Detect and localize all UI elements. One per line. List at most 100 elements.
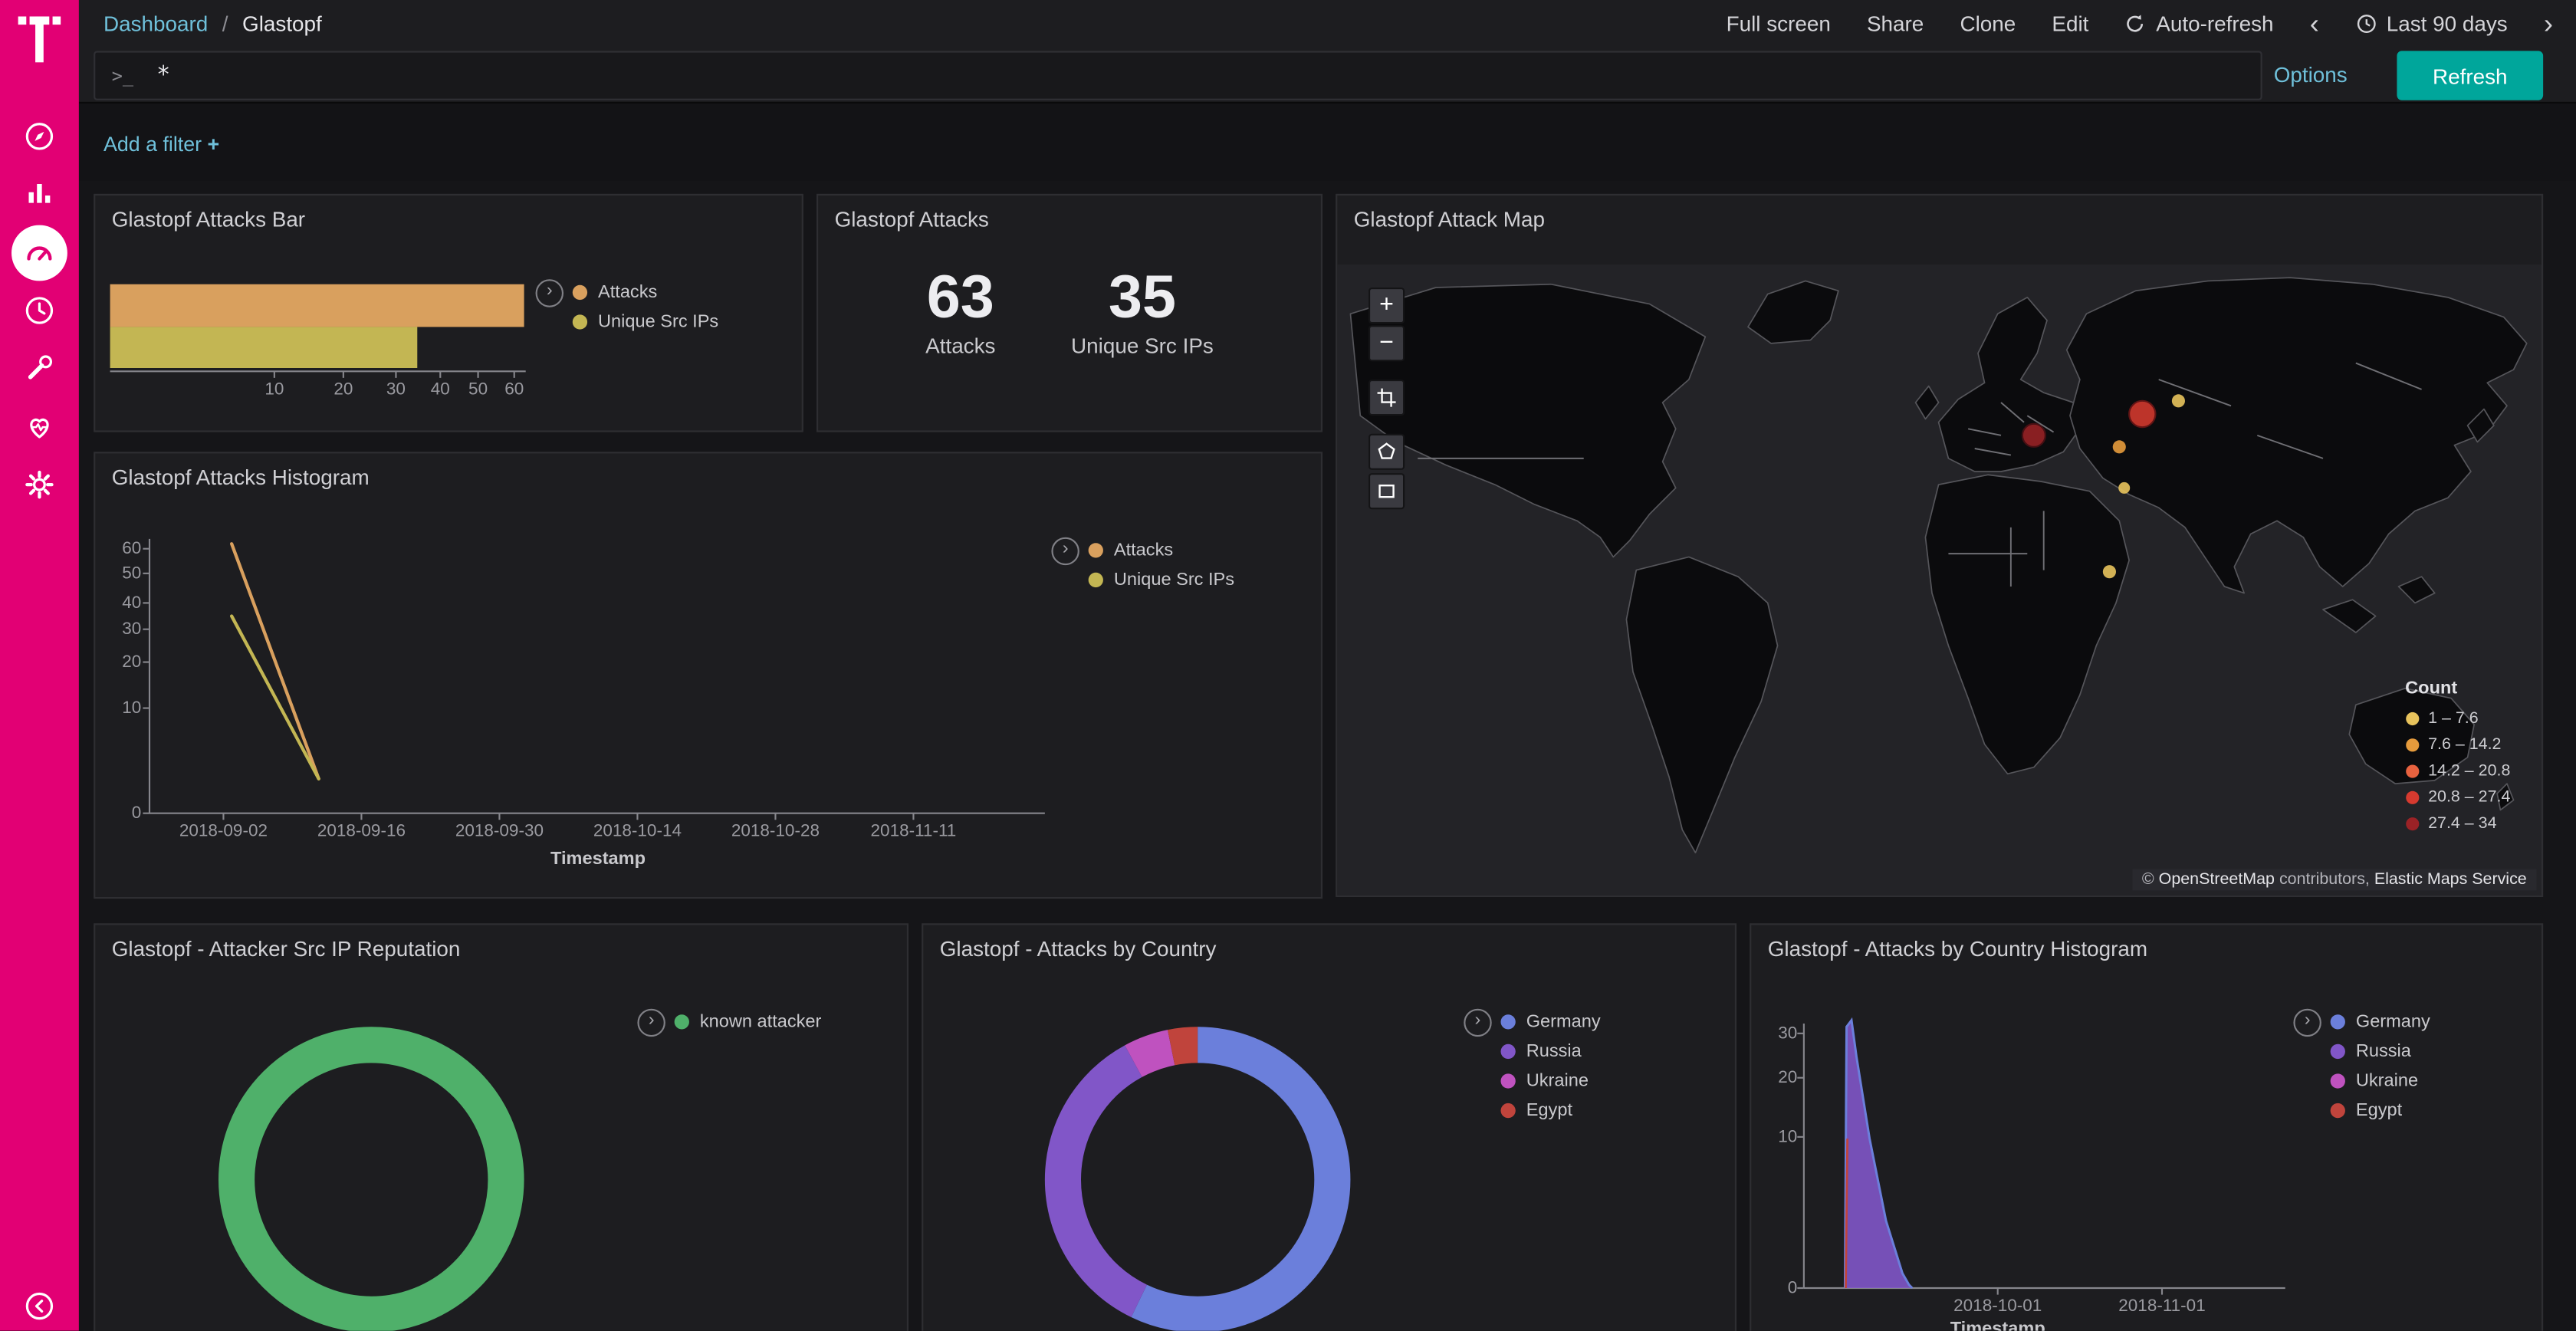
x-tick: 60 <box>490 380 539 399</box>
sidebar-item-dev-tools[interactable] <box>12 340 67 396</box>
legend-item-egypt[interactable]: Egypt <box>1500 1096 1600 1126</box>
time-range-forward-button[interactable]: › <box>2544 9 2553 37</box>
panel-attacks-by-country: Glastopf - Attacks by Country › Germany … <box>922 923 1737 1330</box>
auto-refresh-button[interactable]: Auto-refresh <box>2125 11 2274 35</box>
line-attacks <box>232 544 319 778</box>
legend-toggle-button[interactable]: › <box>1051 537 1079 565</box>
sidebar-item-management[interactable] <box>12 457 67 513</box>
add-filter-button[interactable]: Add a filter + <box>104 133 219 156</box>
legend-item-ukraine[interactable]: Ukraine <box>2330 1066 2430 1096</box>
map-dot <box>2022 424 2045 447</box>
map-draw-rectangle-button[interactable] <box>1368 473 1405 509</box>
bar-attacks[interactable] <box>110 284 524 327</box>
openstreetmap-link[interactable]: OpenStreetMap <box>2159 871 2275 889</box>
bar-unique-src-ips[interactable] <box>110 327 418 368</box>
breadcrumb-separator: / <box>222 12 228 36</box>
map-zoom-out-button[interactable]: − <box>1368 325 1405 361</box>
x-tick: 2018-09-16 <box>304 821 419 841</box>
share-button[interactable]: Share <box>1867 11 1924 35</box>
refresh-button[interactable]: Refresh <box>2397 51 2543 100</box>
x-tick: 30 <box>371 380 420 399</box>
x-axis-title: Timestamp <box>532 850 663 869</box>
donut-chart <box>95 925 907 1330</box>
edit-button[interactable]: Edit <box>2052 11 2088 35</box>
legend-title: Count <box>2405 679 2510 698</box>
y-tick: 0 <box>99 804 142 823</box>
legend-toggle-button[interactable]: › <box>536 279 564 307</box>
x-tick: 2018-10-28 <box>718 821 833 841</box>
sidebar-item-dashboard-active[interactable] <box>12 225 67 281</box>
x-tick: 2018-09-02 <box>166 821 281 841</box>
x-tick: 2018-11-11 <box>856 821 971 841</box>
legend-dot-icon <box>1088 572 1104 588</box>
map-dot <box>2103 565 2116 578</box>
time-range-picker[interactable]: Last 90 days <box>2355 11 2508 35</box>
legend-row: 20.8 – 27.4 <box>2405 784 2510 810</box>
collapse-circle-icon <box>23 1290 56 1323</box>
metric-unique-src-ips: 35 Unique Src IPs <box>1071 265 1214 357</box>
legend-item-germany[interactable]: Germany <box>1500 1007 1600 1037</box>
chart-legend: › known attacker <box>637 1007 821 1037</box>
compass-icon <box>23 120 56 153</box>
kibana-dashboard-app: Dashboard / Glastopf Full screen Share C… <box>0 0 2576 1331</box>
sidebar-item-timelion[interactable] <box>12 283 67 339</box>
world-map[interactable]: + − Count 1 – 7.6 7.6 – 14.2 <box>1337 265 2542 896</box>
legend-item-russia[interactable]: Russia <box>2330 1037 2430 1066</box>
map-zoom-in-button[interactable]: + <box>1368 288 1405 324</box>
legend-dot-icon <box>2405 816 2420 830</box>
map-count-legend: Count 1 – 7.6 7.6 – 14.2 14.2 – 20.8 20.… <box>2405 679 2510 836</box>
y-tick: 20 <box>1758 1068 1797 1088</box>
map-crop-tool-button[interactable] <box>1368 380 1405 416</box>
legend-item-known-attacker[interactable]: known attacker <box>674 1007 822 1037</box>
metric-value: 63 <box>925 265 995 331</box>
legend-dot-icon <box>1088 542 1104 558</box>
legend-item-germany[interactable]: Germany <box>2330 1007 2430 1037</box>
legend-toggle-button[interactable]: › <box>637 1009 665 1037</box>
legend-dot-icon <box>1500 1043 1516 1060</box>
map-dot <box>2118 482 2130 494</box>
chart-legend: › Attacks Unique Src IPs <box>536 278 719 337</box>
map-dot <box>2172 394 2185 407</box>
time-range-back-button[interactable]: ‹ <box>2310 9 2319 37</box>
area-chart <box>1751 925 2542 1330</box>
query-prompt-icon: >_ <box>112 65 133 87</box>
chart-legend: › Germany Russia Ukraine Egypt <box>2293 1007 2430 1126</box>
y-tick: 50 <box>99 564 142 583</box>
area-russia <box>1845 1020 1912 1288</box>
query-options-button[interactable]: Options <box>2274 62 2348 87</box>
rectangle-icon <box>1375 480 1398 503</box>
legend-dot-icon <box>2330 1073 2346 1089</box>
sidebar-item-visualize[interactable] <box>12 164 67 220</box>
clock-icon <box>2355 12 2377 34</box>
query-input[interactable]: >_ * <box>94 51 2262 100</box>
full-screen-button[interactable]: Full screen <box>1727 11 1831 35</box>
x-tick: 20 <box>319 380 368 399</box>
wrench-icon <box>23 352 56 385</box>
map-draw-polygon-button[interactable] <box>1368 434 1405 470</box>
sidebar-item-monitoring[interactable] <box>12 399 67 455</box>
y-tick: 40 <box>99 593 142 613</box>
sidebar-item-discover[interactable] <box>12 108 67 164</box>
panel-attacker-src-ip-reputation: Glastopf - Attacker Src IP Reputation › … <box>94 923 909 1330</box>
chart-legend: › Attacks Unique Src IPs <box>1051 536 1234 595</box>
panel-glastopf-attack-map: Glastopf Attack Map <box>1336 194 2543 897</box>
legend-item-ukraine[interactable]: Ukraine <box>1500 1066 1600 1096</box>
donut-slice-known-attacker[interactable] <box>237 1045 506 1314</box>
legend-item-russia[interactable]: Russia <box>1500 1037 1600 1066</box>
metric-attacks: 63 Attacks <box>925 265 995 357</box>
heartbeat-icon <box>23 411 56 444</box>
legend-toggle-button[interactable]: › <box>1464 1009 1491 1037</box>
line-unique-src-ips <box>232 616 319 779</box>
sidebar-collapse-button[interactable] <box>12 1278 67 1331</box>
legend-item-unique-src-ips[interactable]: Unique Src IPs <box>572 307 719 337</box>
legend-item-attacks[interactable]: Attacks <box>1088 536 1235 566</box>
legend-item-egypt[interactable]: Egypt <box>2330 1096 2430 1126</box>
clone-button[interactable]: Clone <box>1960 11 2016 35</box>
refresh-icon <box>2125 12 2147 34</box>
legend-item-unique-src-ips[interactable]: Unique Src IPs <box>1088 565 1235 595</box>
legend-toggle-button[interactable]: › <box>2293 1009 2321 1037</box>
elastic-maps-service-link[interactable]: Elastic Maps Service <box>2374 871 2527 889</box>
legend-item-attacks[interactable]: Attacks <box>572 278 719 307</box>
breadcrumb-dashboard-link[interactable]: Dashboard <box>104 12 208 36</box>
donut-chart <box>923 925 1735 1330</box>
